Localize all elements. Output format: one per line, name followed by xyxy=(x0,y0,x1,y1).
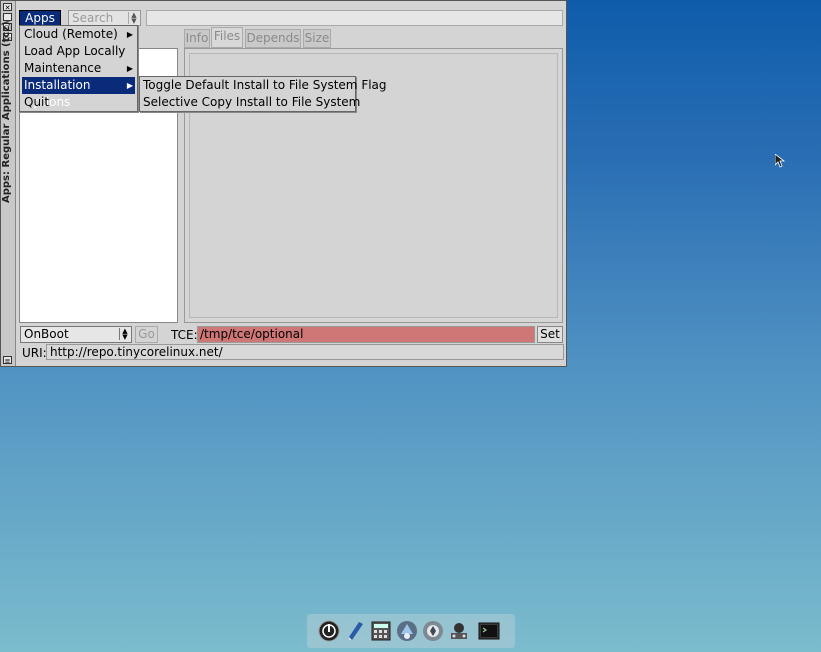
search-mode-label: Search xyxy=(72,11,114,25)
go-button[interactable]: Go xyxy=(135,326,158,343)
tce-path-input[interactable]: /tmp/tce/optional xyxy=(197,326,535,343)
submenu-arrow-icon: ▶ xyxy=(126,81,133,90)
apps-dropdown-menu: Cloud (Remote) ▶ Load App Locally Mainte… xyxy=(19,25,138,112)
menu-item-label: Cloud (Remote) xyxy=(24,27,118,41)
submenu-arrow-icon: ▶ xyxy=(126,64,133,73)
menu-item-quit[interactable]: Quit xyxy=(22,94,135,111)
close-icon[interactable]: ✕ xyxy=(3,3,12,12)
submenu-arrow-icon: ▶ xyxy=(126,30,133,39)
tab-size[interactable]: Size xyxy=(303,29,331,48)
tab-files[interactable]: Files xyxy=(211,27,243,48)
tab-info[interactable]: Info xyxy=(184,29,210,48)
calculator-icon[interactable] xyxy=(370,620,392,642)
menu-item-label: Quit xyxy=(24,95,50,109)
installation-options-submenu: Toggle Default Install to File System Fl… xyxy=(139,76,387,112)
window-titlebar[interactable]: ✕ _ □ ▭ Apps: Regular Applications (tcz)… xyxy=(1,1,16,366)
terminal-icon[interactable] xyxy=(478,620,500,642)
tce-label: TCE: xyxy=(171,328,198,342)
editor-icon[interactable] xyxy=(344,620,366,642)
spinner-icon: ▲ ▼ xyxy=(128,12,139,25)
menu-item-installation-options[interactable]: Installation Options ▶ xyxy=(22,77,135,109)
settings-icon[interactable] xyxy=(422,620,444,642)
menu-item-label: Load App Locally xyxy=(24,44,126,58)
minimize-icon[interactable]: _ xyxy=(3,13,12,22)
window-title: Apps: Regular Applications (tcz) xyxy=(1,21,12,203)
set-button[interactable]: Set xyxy=(537,326,563,343)
network-icon[interactable] xyxy=(448,620,470,642)
dock xyxy=(307,614,515,648)
uri-label: URI: xyxy=(22,346,47,360)
menu-item-cloud-remote[interactable]: Cloud (Remote) ▶ xyxy=(22,26,135,43)
onboot-label: OnBoot xyxy=(24,327,69,341)
submenu-item-selective-copy-install[interactable]: Selective Copy Install to File System xyxy=(143,94,360,111)
tab-depends[interactable]: Depends xyxy=(245,29,301,48)
power-icon[interactable] xyxy=(318,620,340,642)
uri-input[interactable]: http://repo.tinycorelinux.net/ xyxy=(46,344,564,360)
spinner-icon: ▲ ▼ xyxy=(119,328,130,341)
search-input[interactable] xyxy=(146,10,563,26)
menu-item-load-app-locally[interactable]: Load App Locally xyxy=(22,43,135,60)
onboot-select[interactable]: OnBoot ▲ ▼ xyxy=(20,326,132,343)
menu-item-label: Maintenance xyxy=(24,61,102,75)
submenu-item-toggle-default-install[interactable]: Toggle Default Install to File System Fl… xyxy=(143,77,387,94)
search-mode-select[interactable]: Search ▲ ▼ xyxy=(68,10,141,26)
menu-item-maintenance[interactable]: Maintenance ▶ xyxy=(22,60,135,77)
apps-menu-button[interactable]: Apps xyxy=(19,10,61,26)
menu-icon[interactable]: ≡ xyxy=(3,356,12,365)
mouse-pointer-icon xyxy=(775,154,785,168)
apps-icon[interactable] xyxy=(396,620,418,642)
